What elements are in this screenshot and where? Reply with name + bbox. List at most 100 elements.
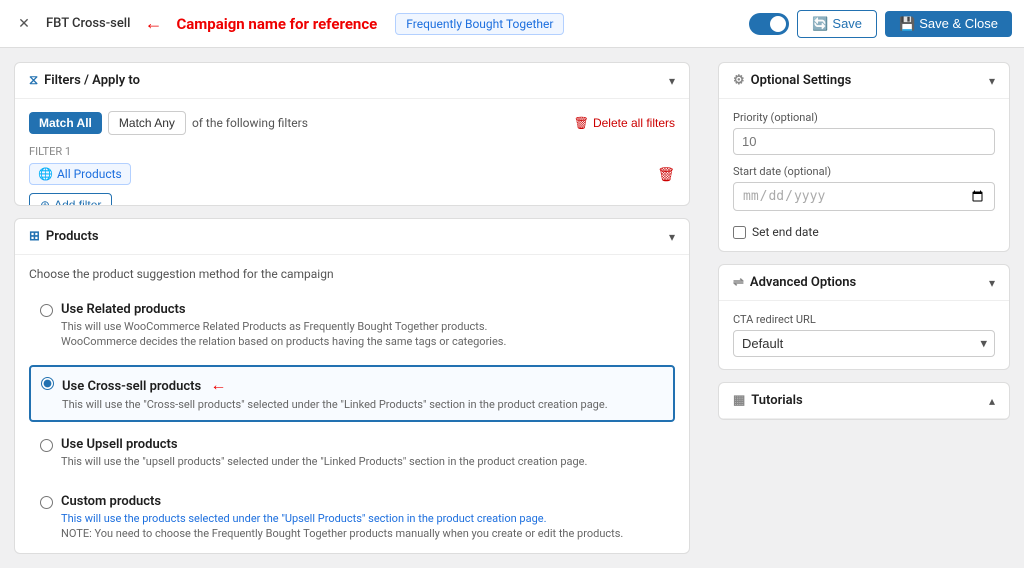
advanced-icon: ⇌ [733,275,744,290]
campaign-ref-label: Campaign name for reference [176,15,377,33]
start-date-label: Start date (optional) [733,165,995,178]
option-upsell-desc: This will use the "upsell products" sele… [61,454,587,469]
close-button[interactable]: ✕ [12,12,36,36]
set-end-date-label: Set end date [752,225,819,239]
tutorials-chevron-up-icon: ▴ [989,394,995,408]
save-close-label: Save & Close [919,16,998,31]
priority-input[interactable] [733,128,995,155]
set-end-date-checkbox[interactable] [733,226,746,239]
option-crosssell[interactable]: Use Cross-sell products ← This will use … [29,365,675,422]
campaign-name: FBT Cross-sell [46,16,130,31]
optional-settings-title-row: ⚙ Optional Settings [733,73,851,88]
crosssell-arrow-icon: ← [210,375,226,394]
add-filter-button[interactable]: ⊕ Add filter [29,193,112,206]
toggle-switch[interactable] [749,13,789,35]
option-related-label: Use Related products [61,302,506,317]
filters-title: Filters / Apply to [44,73,140,88]
option-related-content: Use Related products This will use WooCo… [61,302,506,350]
products-card: ⊞ Products ▾ Choose the product suggesti… [14,218,690,554]
match-any-button[interactable]: Match Any [108,111,186,135]
plus-circle-icon: ⊕ [40,198,50,206]
set-end-date-row: Set end date [733,225,995,239]
save-label: Save [832,16,862,31]
radio-related[interactable] [40,304,53,317]
products-description: Choose the product suggestion method for… [29,267,675,281]
priority-label: Priority (optional) [733,111,995,124]
tutorials-title-row: ▦ Tutorials [733,393,803,408]
of-following-text: of the following filters [192,116,308,130]
option-upsell-content: Use Upsell products This will use the "u… [61,437,587,469]
option-crosssell-desc: This will use the "Cross-sell products" … [62,397,608,412]
advanced-options-header[interactable]: ⇌ Advanced Options ▾ [719,265,1009,301]
tutorials-title: Tutorials [751,393,802,408]
products-title: Products [46,229,99,244]
filter-match-row: Match All Match Any of the following fil… [29,111,675,135]
products-card-body: Choose the product suggestion method for… [15,255,689,554]
filters-card-body: Match All Match Any of the following fil… [15,99,689,206]
optional-settings-header[interactable]: ⚙ Optional Settings ▾ [719,63,1009,99]
campaign-arrow-icon: ← [144,13,162,34]
add-filter-label: Add filter [54,198,101,206]
optional-settings-card: ⚙ Optional Settings ▾ Priority (optional… [718,62,1010,252]
start-date-input[interactable] [733,182,995,211]
match-all-button[interactable]: Match All [29,112,102,134]
option-custom-content: Custom products This will use the produc… [61,494,623,542]
save-close-icon: 💾 [899,16,915,32]
products-icon: ⊞ [29,229,40,244]
advanced-options-title-row: ⇌ Advanced Options [733,275,856,290]
option-crosssell-label: Use Cross-sell products ← [62,375,608,395]
campaign-tag: Frequently Bought Together [395,13,564,35]
save-icon: 🔄 [812,16,828,32]
radio-custom[interactable] [40,496,53,509]
top-bar-actions: 🔄 Save 💾 Save & Close [749,10,1012,38]
tutorials-icon: ▦ [733,393,745,408]
filters-title-row: ⧖ Filters / Apply to [29,73,140,88]
filter1-row: 🌐 All Products 🗑 [29,163,675,185]
cta-label: CTA redirect URL [733,313,995,326]
settings-icon: ⚙ [733,73,745,88]
option-custom[interactable]: Custom products This will use the produc… [29,485,675,551]
products-title-row: ⊞ Products [29,229,99,244]
filter-icon: ⧖ [29,73,38,88]
left-panel: ⧖ Filters / Apply to ▾ Match All Match A… [0,48,704,568]
option-upsell-label: Use Upsell products [61,437,587,452]
delete-all-label: Delete all filters [593,116,675,130]
filter1-label: FILTER 1 [29,145,675,158]
right-panel: ⚙ Optional Settings ▾ Priority (optional… [704,48,1024,568]
advanced-options-card: ⇌ Advanced Options ▾ CTA redirect URL De… [718,264,1010,370]
trash-icon: 🗑 [574,116,589,130]
top-bar: ✕ FBT Cross-sell ← Campaign name for ref… [0,0,1024,48]
delete-all-filters-button[interactable]: 🗑 Delete all filters [574,116,675,130]
option-related-desc: This will use WooCommerce Related Produc… [61,319,506,350]
save-button[interactable]: 🔄 Save [797,10,877,38]
filter1-chip: 🌐 All Products [29,163,131,185]
tutorials-card: ▦ Tutorials ▴ [718,382,1010,420]
advanced-options-chevron-icon: ▾ [989,276,995,290]
advanced-options-title: Advanced Options [750,275,856,290]
delete-filter1-button[interactable]: 🗑 [657,166,675,183]
option-crosssell-content: Use Cross-sell products ← This will use … [62,375,608,412]
optional-settings-body: Priority (optional) Start date (optional… [719,99,1009,251]
cta-select-wrapper: Default [733,330,995,357]
save-close-button[interactable]: 💾 Save & Close [885,11,1012,37]
radio-upsell[interactable] [40,439,53,452]
filter1-chip-label: All Products [57,167,122,181]
advanced-options-body: CTA redirect URL Default [719,301,1009,369]
products-chevron-down-icon: ▾ [669,230,675,244]
filters-chevron-down-icon: ▾ [669,74,675,88]
products-card-header[interactable]: ⊞ Products ▾ [15,219,689,255]
radio-crosssell[interactable] [41,377,54,390]
globe-icon: 🌐 [38,167,53,181]
option-custom-label: Custom products [61,494,623,509]
tutorials-header[interactable]: ▦ Tutorials ▴ [719,383,1009,419]
option-related[interactable]: Use Related products This will use WooCo… [29,293,675,359]
filters-card-header[interactable]: ⧖ Filters / Apply to ▾ [15,63,689,99]
main-layout: ⧖ Filters / Apply to ▾ Match All Match A… [0,48,1024,568]
filters-card: ⧖ Filters / Apply to ▾ Match All Match A… [14,62,690,206]
optional-settings-title: Optional Settings [751,73,852,88]
option-custom-desc-blue: This will use the products selected unde… [61,511,623,526]
optional-settings-chevron-icon: ▾ [989,74,995,88]
option-upsell[interactable]: Use Upsell products This will use the "u… [29,428,675,478]
cta-redirect-select[interactable]: Default [733,330,995,357]
option-custom-note: NOTE: You need to choose the Frequently … [61,526,623,541]
